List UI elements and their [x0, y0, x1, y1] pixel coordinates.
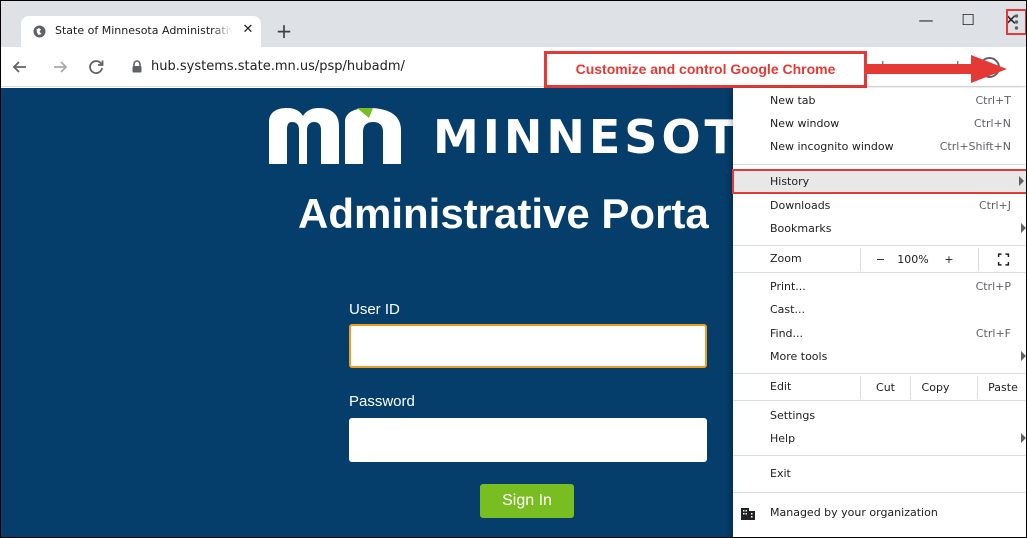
mn-logo-mark [269, 108, 401, 164]
callout-arrow-icon [867, 55, 1007, 83]
menu-separator [733, 492, 1026, 493]
menu-item-print[interactable]: Print... Ctrl+P [733, 276, 1026, 299]
menu-item-zoom: Zoom − 100% + [733, 248, 1027, 271]
submenu-arrow-icon [1021, 433, 1026, 443]
menu-item-history[interactable]: History [732, 169, 1026, 194]
tab-strip: State of Minnesota Administrative Portal… [1, 1, 1026, 47]
menu-item-shortcut: Ctrl+P [975, 280, 1011, 293]
cut-button[interactable]: Cut [860, 376, 910, 399]
menu-item-new-tab[interactable]: New tab Ctrl+T [733, 90, 1026, 113]
submenu-arrow-icon [1021, 223, 1026, 233]
submenu-arrow-icon [1021, 351, 1026, 361]
menu-item-label: New tab [770, 94, 816, 107]
menu-separator [733, 373, 1026, 374]
chrome-menu: New tab Ctrl+T New window Ctrl+N New inc… [733, 88, 1027, 537]
menu-item-label: Edit [770, 380, 792, 393]
menu-item-shortcut: Ctrl+Shift+N [939, 140, 1011, 153]
screenshot-frame: State of Minnesota Administrative Portal… [0, 0, 1027, 538]
menu-item-shortcut: Ctrl+F [975, 327, 1011, 340]
menu-item-shortcut: Ctrl+T [975, 94, 1011, 107]
menu-item-more-tools[interactable]: More tools [733, 346, 1026, 369]
menu-item-new-incognito[interactable]: New incognito window Ctrl+Shift+N [733, 136, 1026, 159]
building-icon [741, 508, 755, 520]
menu-item-settings[interactable]: Settings [733, 405, 1026, 428]
password-label: Password [349, 393, 415, 410]
menu-item-label: New incognito window [770, 140, 894, 153]
menu-item-managed[interactable]: Managed by your organization [733, 502, 1026, 525]
menu-item-label: New window [770, 117, 840, 130]
reload-icon[interactable] [85, 56, 107, 78]
forward-arrow-icon[interactable] [49, 56, 71, 78]
menu-item-label: Help [770, 432, 796, 445]
browser-tab[interactable]: State of Minnesota Administrative Portal… [21, 16, 261, 47]
menu-item-label: More tools [770, 350, 828, 363]
menu-item-bookmarks[interactable]: Bookmarks [733, 218, 1026, 241]
menu-item-label: Cast... [770, 303, 805, 316]
submenu-arrow-icon [1019, 176, 1024, 186]
menu-item-label: Zoom [770, 252, 802, 265]
tab-close-icon[interactable]: ✕ [239, 21, 257, 39]
sign-in-button[interactable]: Sign In [480, 484, 574, 518]
menu-item-exit[interactable]: Exit [733, 463, 1026, 486]
url-text: hub.systems.state.mn.us/psp/hubadm/ [151, 59, 405, 74]
logo-wordmark: MINNESOT [433, 110, 740, 164]
menu-item-label: Managed by your organization [770, 506, 938, 519]
menu-separator [733, 164, 1026, 165]
copy-button[interactable]: Copy [910, 376, 960, 399]
callout-text: Customize and control Google Chrome [575, 61, 836, 77]
menu-item-label: Settings [770, 409, 816, 422]
menu-separator [733, 272, 1026, 273]
user-id-input[interactable] [349, 324, 707, 368]
lock-icon [132, 60, 142, 73]
password-input[interactable] [349, 418, 707, 462]
menu-item-label: Print... [770, 280, 806, 293]
menu-separator [733, 400, 1026, 401]
back-arrow-icon[interactable] [9, 56, 31, 78]
menu-item-new-window[interactable]: New window Ctrl+N [733, 113, 1026, 136]
page-title: Administrative Porta [298, 190, 709, 237]
menu-item-label: Downloads [770, 199, 831, 212]
globe-icon [33, 25, 46, 38]
menu-separator [733, 245, 1026, 246]
zoom-level: 100% [897, 253, 929, 266]
menu-item-shortcut: Ctrl+J [978, 199, 1011, 212]
menu-item-edit: Edit Cut Copy Paste [733, 376, 1026, 399]
menu-item-label: History [770, 175, 810, 188]
tab-title: State of Minnesota Administrative Portal [55, 24, 233, 37]
menu-item-help[interactable]: Help [733, 428, 1026, 451]
menu-separator [733, 455, 1026, 456]
address-bar[interactable]: hub.systems.state.mn.us/psp/hubadm/ [113, 53, 543, 81]
menu-item-downloads[interactable]: Downloads Ctrl+J [733, 195, 1026, 218]
menu-item-find[interactable]: Find... Ctrl+F [733, 323, 1026, 346]
menu-item-label: Find... [770, 327, 804, 340]
kebab-menu-icon[interactable] [1010, 12, 1023, 32]
menu-item-label: Exit [770, 467, 791, 480]
menu-item-cast[interactable]: Cast... [733, 299, 1026, 322]
zoom-in-button[interactable]: + [929, 248, 969, 271]
callout-box: Customize and control Google Chrome [544, 51, 867, 88]
paste-button[interactable]: Paste [977, 376, 1026, 399]
new-tab-button[interactable]: + [271, 19, 297, 45]
menu-item-label: Bookmarks [770, 222, 832, 235]
maximize-button[interactable]: ☐ [953, 9, 983, 31]
fullscreen-icon[interactable] [978, 248, 1027, 271]
minimize-button[interactable]: — [911, 9, 941, 31]
user-id-label: User ID [349, 301, 400, 318]
menu-item-shortcut: Ctrl+N [973, 117, 1011, 130]
